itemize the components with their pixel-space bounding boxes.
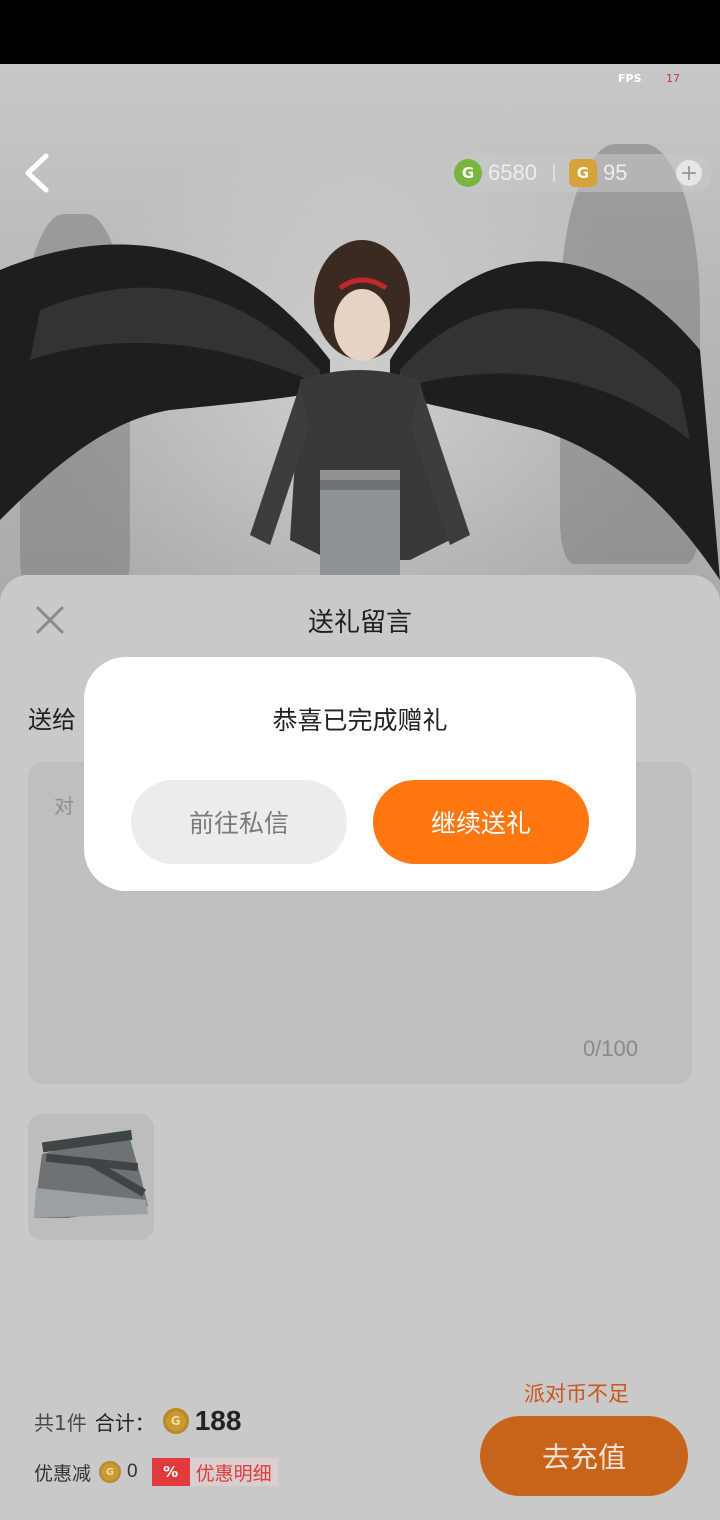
currency-bar: G 6580 G 95 + — [450, 154, 712, 192]
total-amount: 188 — [194, 1405, 242, 1436]
gold-coin-icon: G — [568, 159, 597, 187]
discount-detail-label: 优惠明细 — [195, 1462, 272, 1485]
gold-coin-icon: G — [162, 1408, 189, 1434]
total-label: 合计： — [94, 1410, 155, 1435]
fps-value: 17 — [666, 72, 680, 85]
item-count: 共1件 — [34, 1410, 87, 1435]
dialog-message: 恭喜已完成赠礼 — [272, 706, 448, 735]
sheet-title: 送礼留言 — [307, 608, 412, 638]
gold-coin-balance: 95 — [602, 160, 628, 185]
gold-coin-icon: G — [99, 1461, 122, 1483]
gift-success-dialog: 恭喜已完成赠礼 前往私信 继续送礼 — [84, 657, 636, 891]
discount-amount: 0 — [127, 1461, 138, 1482]
denim-skirt-image — [34, 1129, 148, 1218]
discount-detail-button[interactable]: % 优惠明细 — [151, 1458, 278, 1486]
message-placeholder: 对 — [54, 794, 74, 818]
order-summary: 共1件 合计： G 188 — [34, 1405, 241, 1437]
back-arrow-icon[interactable] — [18, 150, 58, 196]
continue-gifting-button[interactable]: 继续送礼 — [373, 780, 589, 864]
discount-row: 优惠减 G 0 % 优惠明细 — [34, 1458, 278, 1486]
discount-label: 优惠减 — [34, 1462, 92, 1485]
add-currency-button[interactable]: + — [676, 160, 702, 186]
char-counter: 0/100 — [582, 1036, 638, 1061]
green-coin-balance: 6580 — [488, 160, 537, 185]
avatar-character — [0, 240, 720, 580]
fps-label: FPS — [618, 72, 642, 85]
insufficient-balance-text: 派对币不足 — [524, 1382, 629, 1406]
goto-dm-button[interactable]: 前往私信 — [131, 780, 347, 864]
send-to-label: 送给 — [28, 706, 76, 734]
status-bar — [0, 0, 720, 64]
discount-percent-icon: % — [151, 1458, 190, 1486]
gift-item-thumbnail[interactable] — [28, 1114, 154, 1240]
currency-divider — [552, 164, 555, 182]
green-coin-icon: G — [454, 159, 482, 187]
recharge-button[interactable]: 去充值 — [480, 1416, 688, 1496]
